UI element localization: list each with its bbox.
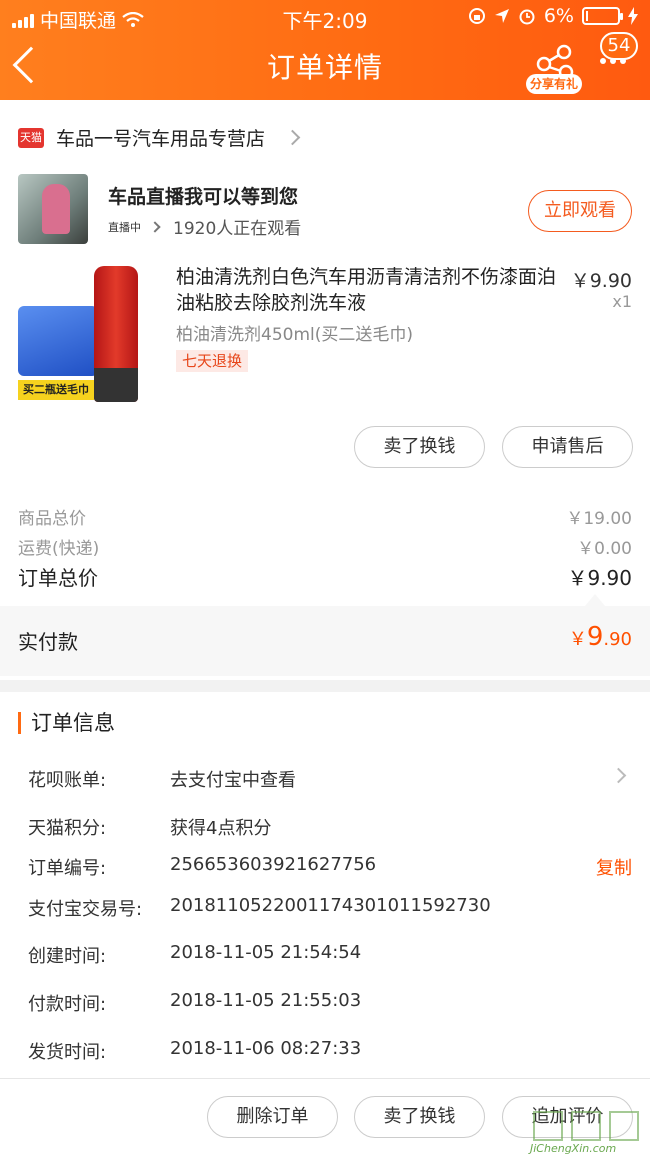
charging-icon [628, 7, 638, 25]
product-quantity: x1 [612, 292, 632, 311]
header: 中国联通 下午2:09 6% 订单详情 分享有礼 54 [0, 0, 650, 100]
goods-total-value: ￥19.00 [566, 509, 632, 529]
watch-now-button[interactable]: 立即观看 [528, 190, 632, 232]
alarm-icon [519, 9, 535, 25]
promo-label: 买二瓶送毛巾 [18, 380, 94, 400]
sell-for-cash-button[interactable]: 卖了换钱 [354, 426, 485, 468]
chevron-right-icon [610, 767, 627, 784]
battery-percent: 6% [543, 5, 574, 27]
live-thumbnail [18, 174, 88, 244]
store-name: 车品一号汽车用品专营店 [56, 128, 266, 150]
sell-for-cash-button[interactable]: 卖了换钱 [354, 1096, 485, 1138]
live-stream-banner[interactable]: 车品直播我可以等到您 直播中 1920人正在观看 立即观看 [0, 170, 650, 252]
chevron-right-icon [284, 129, 301, 146]
lock-rotation-icon [468, 8, 485, 24]
order-total-label: 订单总价 [18, 566, 98, 590]
tmall-badge-icon: 天猫 [18, 127, 44, 148]
battery-icon [582, 7, 623, 25]
price-summary: 商品总价 ￥19.00 运费(快递) ￥0.00 订单总价 ￥9.90 实付款 … [0, 494, 650, 680]
message-count-badge: 54 [600, 32, 638, 60]
delete-order-button[interactable]: 删除订单 [207, 1096, 338, 1138]
store-link[interactable]: 天猫 车品一号汽车用品专营店 [18, 124, 301, 151]
paid-amount: ￥9.90 [568, 622, 632, 652]
chevron-right-icon [149, 220, 161, 233]
order-total-value: ￥9.90 [567, 566, 632, 590]
product-name[interactable]: 柏油清洗剂白色汽车用沥青清洁剂不伤漆面泊油粘胶去除胶剂洗车液 [176, 264, 556, 316]
product-price: ￥9.90 [570, 270, 632, 292]
status-bar: 中国联通 下午2:09 6% [0, 0, 650, 34]
actual-paid-row: 实付款 ￥9.90 [0, 606, 650, 676]
live-viewers: 1920人正在观看 [173, 219, 302, 239]
after-sales-button[interactable]: 申请售后 [502, 426, 633, 468]
live-title: 车品直播我可以等到您 [108, 186, 299, 208]
shipping-label: 运费(快递) [18, 539, 100, 559]
watermark-logo [533, 1111, 639, 1141]
location-icon [494, 9, 509, 23]
product-sku: 柏油清洗剂450ml(买二送毛巾) [176, 325, 413, 345]
copy-button[interactable]: 复制 [596, 854, 632, 880]
return-policy-badge: 七天退换 [176, 350, 249, 372]
watermark-text: JiChengXin.com [530, 1142, 617, 1155]
towel-image [18, 306, 98, 376]
goods-total-label: 商品总价 [18, 509, 86, 529]
shipping-value: ￥0.00 [577, 539, 632, 559]
more-menu-button[interactable] [600, 58, 626, 64]
pointer-caret [585, 594, 605, 606]
spray-can-image [94, 266, 138, 402]
paid-label: 实付款 [18, 630, 78, 654]
product-image[interactable]: 买二瓶送毛巾 [18, 266, 142, 406]
section-title: 订单信息 [18, 712, 115, 734]
order-info-section: 订单信息 花呗账单: 去支付宝中查看 天猫积分: 获得4点积分 订单编号: 25… [0, 692, 650, 1078]
live-status-tag: 直播中 [108, 220, 141, 234]
share-reward-label[interactable]: 分享有礼 [526, 74, 582, 94]
